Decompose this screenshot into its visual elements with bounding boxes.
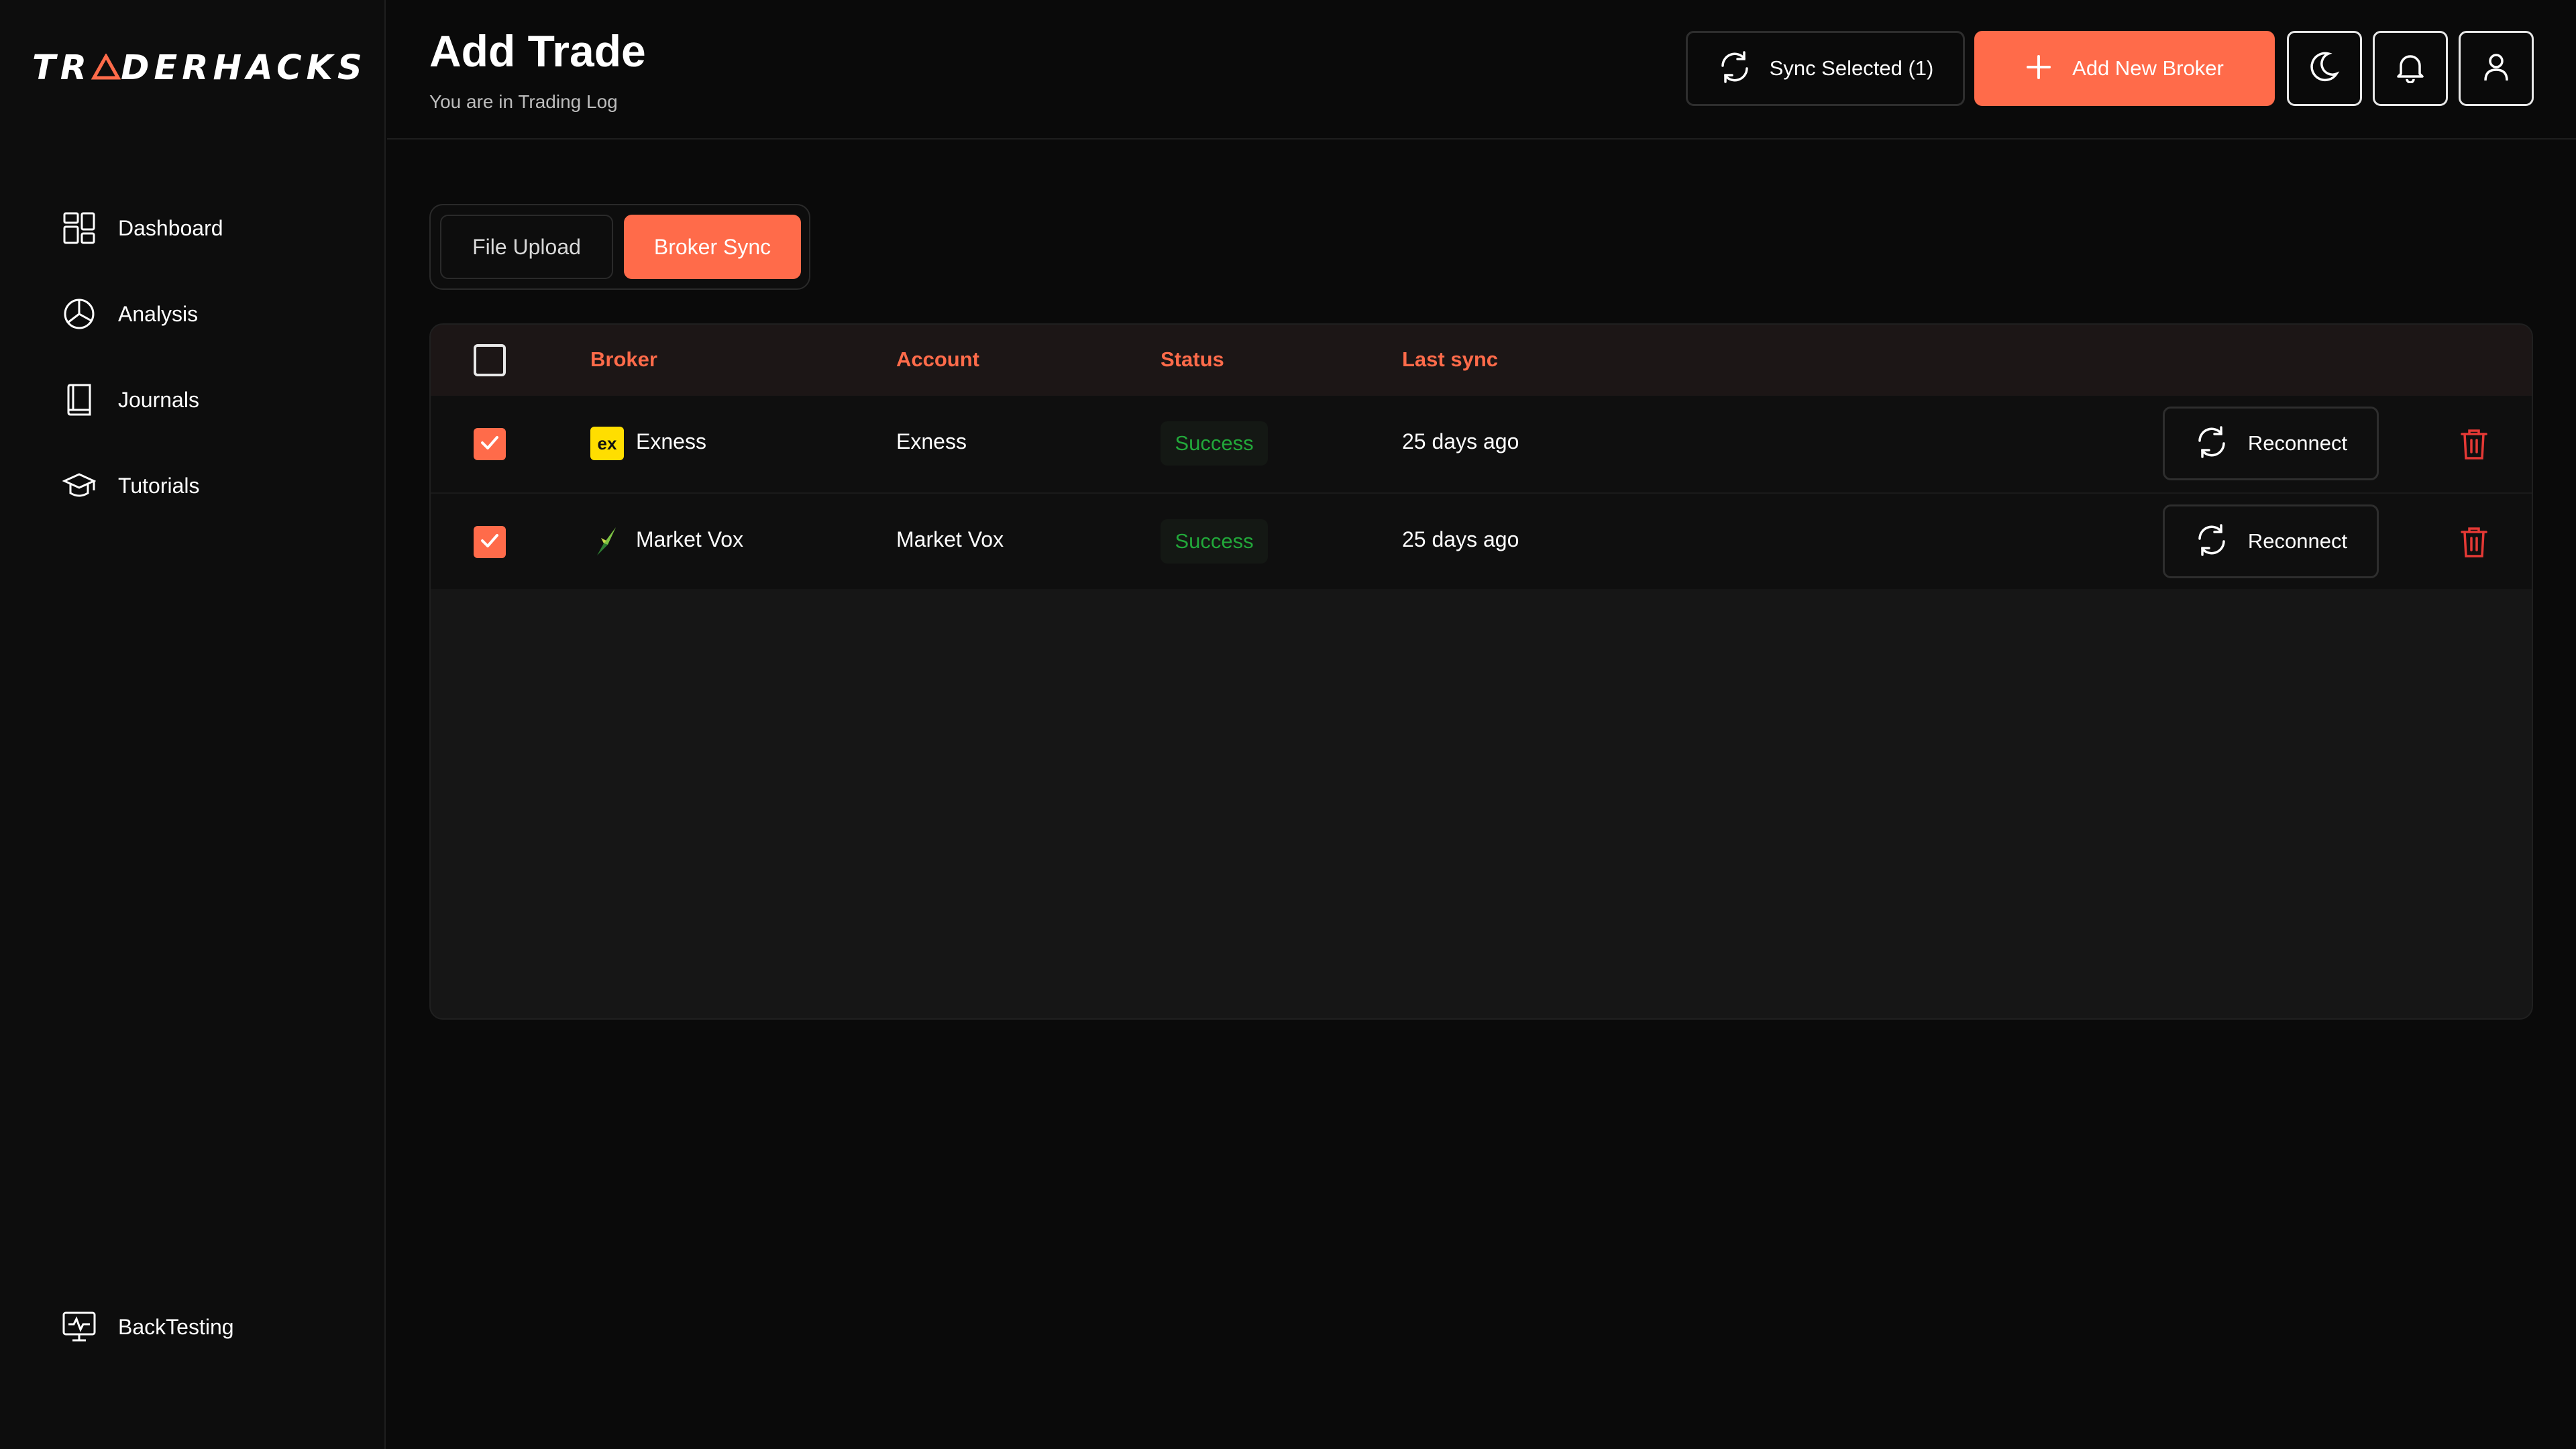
sidebar-item-tutorials[interactable]: Tutorials bbox=[62, 466, 200, 506]
app-logo[interactable]: TR DERHACKS bbox=[32, 48, 367, 88]
last-sync-value: 25 days ago bbox=[1402, 429, 1519, 453]
logo-text-end: DERHACKS bbox=[121, 48, 367, 88]
sync-selected-label: Sync Selected (1) bbox=[1769, 56, 1934, 80]
sidebar-item-label: Journals bbox=[118, 387, 199, 412]
column-header-account[interactable]: Account bbox=[896, 347, 979, 372]
sync-selected-button[interactable]: Sync Selected (1) bbox=[1686, 31, 1965, 106]
add-new-broker-label: Add New Broker bbox=[2072, 56, 2224, 80]
column-header-broker[interactable]: Broker bbox=[590, 347, 657, 372]
breadcrumb: You are in Trading Log bbox=[429, 91, 618, 112]
graduation-cap-icon bbox=[62, 468, 97, 503]
account-name: Market Vox bbox=[896, 527, 1004, 551]
add-new-broker-button[interactable]: Add New Broker bbox=[1974, 31, 2275, 106]
market-vox-logo-icon bbox=[590, 525, 624, 558]
broker-name: Exness bbox=[636, 429, 706, 453]
table-row: ex Exness Exness Success 25 days ago Rec… bbox=[431, 396, 2532, 492]
monitor-pulse-icon bbox=[62, 1309, 97, 1344]
table-header: Broker Account Status Last sync bbox=[431, 325, 2532, 396]
refresh-icon bbox=[2194, 425, 2229, 463]
status-badge: Success bbox=[1161, 421, 1268, 466]
sidebar-item-backtesting[interactable]: BackTesting bbox=[62, 1307, 234, 1347]
plus-icon bbox=[2025, 54, 2052, 84]
tab-broker-sync[interactable]: Broker Sync bbox=[624, 215, 801, 279]
tab-file-upload[interactable]: File Upload bbox=[440, 215, 613, 279]
notifications-button[interactable] bbox=[2373, 31, 2448, 106]
select-all-checkbox[interactable] bbox=[474, 344, 506, 376]
pie-chart-icon bbox=[62, 297, 97, 331]
user-icon bbox=[2480, 51, 2512, 87]
sidebar-item-label: Analysis bbox=[118, 301, 199, 326]
sidebar: TR DERHACKS Dashboard Analysis Journals bbox=[0, 0, 386, 1449]
dashboard-icon bbox=[62, 211, 97, 246]
table-row: Market Vox Market Vox Success 25 days ag… bbox=[431, 492, 2532, 589]
reconnect-button[interactable]: Reconnect bbox=[2163, 504, 2379, 578]
row-checkbox[interactable] bbox=[474, 428, 506, 460]
broker-table: Broker Account Status Last sync ex Exnes… bbox=[429, 323, 2533, 1020]
theme-toggle-button[interactable] bbox=[2287, 31, 2362, 106]
reconnect-label: Reconnect bbox=[2247, 431, 2348, 455]
top-header: Add Trade You are in Trading Log Sync Se… bbox=[387, 0, 2576, 140]
column-header-last-sync[interactable]: Last sync bbox=[1402, 347, 1498, 372]
checkmark-icon bbox=[478, 431, 501, 458]
sidebar-item-label: Tutorials bbox=[118, 473, 200, 498]
sidebar-item-journals[interactable]: Journals bbox=[62, 380, 199, 420]
refresh-icon bbox=[2194, 523, 2229, 561]
book-icon bbox=[62, 382, 97, 417]
sidebar-item-label: BackTesting bbox=[118, 1314, 234, 1339]
logo-triangle-icon bbox=[91, 48, 121, 88]
moon-icon bbox=[2308, 51, 2341, 87]
page-title: Add Trade bbox=[429, 26, 646, 76]
refresh-icon bbox=[1717, 50, 1752, 88]
status-badge: Success bbox=[1161, 519, 1268, 564]
broker-name: Market Vox bbox=[636, 527, 744, 551]
column-header-status[interactable]: Status bbox=[1161, 347, 1224, 372]
profile-button[interactable] bbox=[2459, 31, 2534, 106]
row-checkbox[interactable] bbox=[474, 526, 506, 558]
reconnect-label: Reconnect bbox=[2247, 529, 2348, 553]
checkmark-icon bbox=[478, 529, 501, 555]
account-name: Exness bbox=[896, 429, 967, 453]
logo-text-start: TR bbox=[32, 48, 92, 88]
reconnect-button[interactable]: Reconnect bbox=[2163, 407, 2379, 480]
exness-logo-icon: ex bbox=[590, 427, 624, 460]
sidebar-item-analysis[interactable]: Analysis bbox=[62, 294, 198, 334]
last-sync-value: 25 days ago bbox=[1402, 527, 1519, 551]
upload-mode-tabs: File Upload Broker Sync bbox=[429, 204, 810, 290]
sidebar-item-label: Dashboard bbox=[118, 215, 223, 240]
sidebar-item-dashboard[interactable]: Dashboard bbox=[62, 208, 223, 248]
delete-icon[interactable] bbox=[2455, 425, 2493, 463]
delete-icon[interactable] bbox=[2455, 523, 2493, 561]
bell-icon bbox=[2394, 51, 2426, 87]
